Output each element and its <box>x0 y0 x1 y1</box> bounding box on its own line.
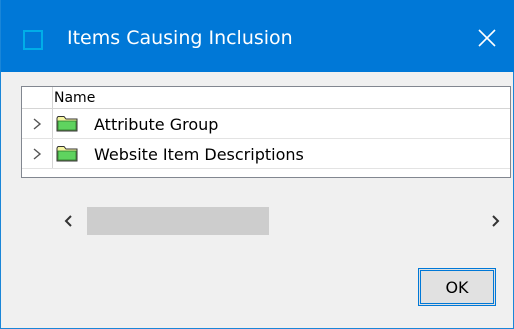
window-title: Items Causing Inclusion <box>67 27 293 49</box>
chevron-right-icon <box>492 215 500 227</box>
tree-row-label: Attribute Group <box>94 115 219 134</box>
header-expander-column <box>22 87 53 108</box>
chevron-right-icon[interactable] <box>31 147 43 161</box>
close-button[interactable] <box>471 22 503 54</box>
title-bar[interactable]: Items Causing Inclusion <box>1 0 514 72</box>
folder-icon <box>56 146 78 162</box>
chevron-right-icon[interactable] <box>31 117 43 131</box>
window-app-icon <box>23 30 43 50</box>
chevron-left-icon <box>64 215 72 227</box>
tree-header: Name <box>22 87 510 109</box>
scroll-right-button[interactable] <box>479 205 511 237</box>
items-tree-view[interactable]: Name Attribute Group Website Item Descri… <box>21 86 511 178</box>
tree-row-attribute-group[interactable]: Attribute Group <box>22 109 510 139</box>
folder-icon <box>56 116 78 132</box>
ok-button[interactable]: OK <box>418 268 496 306</box>
items-causing-inclusion-dialog: Items Causing Inclusion Name Attribute G… <box>0 0 514 329</box>
scroll-left-button[interactable] <box>53 205 85 237</box>
scrollbar-thumb[interactable] <box>87 207 269 235</box>
column-header-name[interactable]: Name <box>54 90 95 106</box>
tree-row-label: Website Item Descriptions <box>94 145 304 164</box>
horizontal-scrollbar[interactable] <box>53 205 511 237</box>
tree-row-website-item-descriptions[interactable]: Website Item Descriptions <box>22 139 510 169</box>
close-icon <box>478 29 496 47</box>
